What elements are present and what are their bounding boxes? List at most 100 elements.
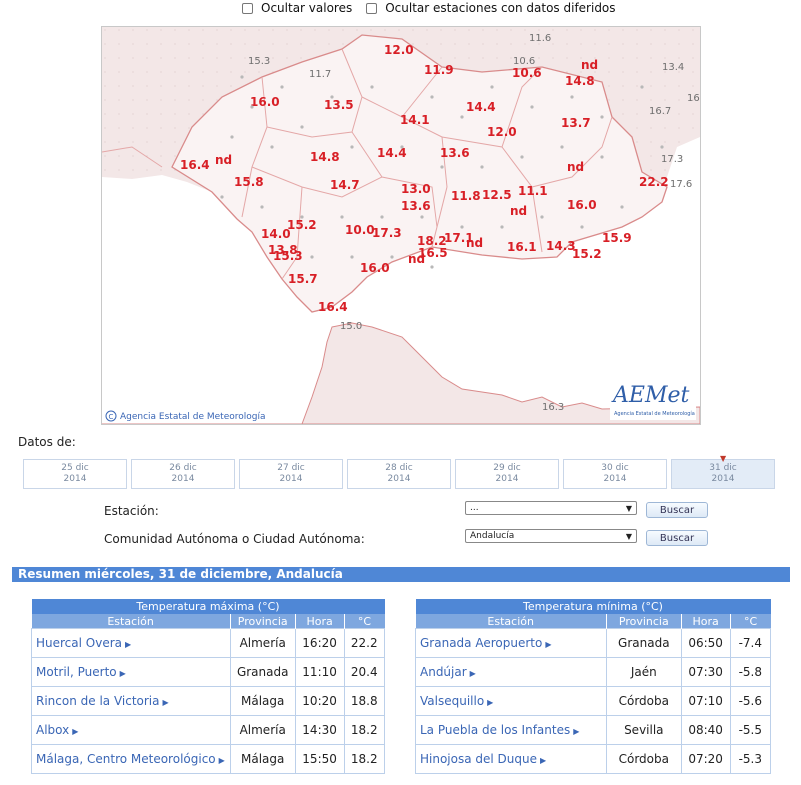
- station-dot[interactable]: [660, 145, 664, 149]
- station-value-label[interactable]: 10.6: [512, 66, 542, 80]
- station-value-label-outside[interactable]: 11.7: [309, 69, 331, 80]
- hide-deferred-checkbox[interactable]: [366, 2, 378, 14]
- station-value-label[interactable]: 11.8: [451, 189, 481, 203]
- station-value-label[interactable]: 15.2: [572, 247, 602, 261]
- station-value-label-outside[interactable]: 16.3: [542, 402, 564, 413]
- station-dot[interactable]: [520, 155, 524, 159]
- station-value-label[interactable]: 16.4: [180, 158, 210, 172]
- station-value-label[interactable]: 16.4: [318, 300, 348, 314]
- station-dot[interactable]: [390, 255, 394, 259]
- station-value-label[interactable]: 16.0: [250, 95, 280, 109]
- station-value-label[interactable]: nd: [567, 160, 584, 174]
- station-dot[interactable]: [570, 95, 574, 99]
- station-value-label[interactable]: 15.2: [287, 218, 317, 232]
- station-dot[interactable]: [330, 95, 334, 99]
- station-value-label[interactable]: 13.0: [401, 182, 431, 196]
- station-dot[interactable]: [350, 145, 354, 149]
- station-value-label[interactable]: 15.7: [288, 272, 318, 286]
- region-search-button[interactable]: Buscar: [646, 530, 708, 546]
- station-value-label[interactable]: 14.4: [466, 100, 496, 114]
- station-dot[interactable]: [270, 145, 274, 149]
- station-value-label-outside[interactable]: 17.3: [661, 154, 683, 165]
- station-value-label[interactable]: nd: [466, 236, 483, 250]
- station-value-label[interactable]: 13.6: [440, 146, 470, 160]
- hide-values-option[interactable]: Ocultar valores: [242, 1, 352, 15]
- station-value-label[interactable]: 15.9: [602, 231, 632, 245]
- date-tab[interactable]: 27 dic 2014: [239, 459, 343, 489]
- station-value-label[interactable]: 13.5: [324, 98, 354, 112]
- station-value-label[interactable]: 15.3: [273, 249, 303, 263]
- station-dot[interactable]: [540, 215, 544, 219]
- station-dot[interactable]: [640, 85, 644, 89]
- station-dot[interactable]: [370, 85, 374, 89]
- station-dot[interactable]: [340, 215, 344, 219]
- station-value-label-outside[interactable]: 16.9: [687, 93, 700, 104]
- station-dot[interactable]: [560, 145, 564, 149]
- station-dot[interactable]: [350, 255, 354, 259]
- station-value-label[interactable]: 22.2: [639, 175, 669, 189]
- region-select[interactable]: Andalucía ▼: [465, 529, 637, 543]
- station-link[interactable]: Rincon de la Victoria ▶: [31, 686, 231, 716]
- station-dot[interactable]: [490, 85, 494, 89]
- station-dot[interactable]: [300, 215, 304, 219]
- station-dot[interactable]: [500, 225, 504, 229]
- station-value-label[interactable]: nd: [215, 153, 232, 167]
- station-dot[interactable]: [480, 165, 484, 169]
- station-value-label[interactable]: 17.3: [372, 226, 402, 240]
- station-value-label[interactable]: 11.9: [424, 63, 454, 77]
- station-link[interactable]: Albox ▶: [31, 715, 231, 745]
- station-dot[interactable]: [400, 145, 404, 149]
- station-value-label-outside[interactable]: 13.4: [662, 62, 684, 73]
- station-value-label[interactable]: 12.0: [487, 125, 517, 139]
- station-dot[interactable]: [420, 215, 424, 219]
- hide-deferred-option[interactable]: Ocultar estaciones con datos diferidos: [366, 1, 616, 15]
- station-value-label[interactable]: 14.8: [310, 150, 340, 164]
- station-dot[interactable]: [440, 165, 444, 169]
- station-link[interactable]: Granada Aeropuerto ▶: [415, 628, 607, 658]
- station-dot[interactable]: [250, 105, 254, 109]
- station-dot[interactable]: [620, 205, 624, 209]
- station-value-label-outside[interactable]: 15.0: [340, 321, 362, 332]
- station-value-label[interactable]: 13.6: [401, 199, 431, 213]
- station-value-label-outside[interactable]: 11.6: [529, 33, 551, 44]
- station-dot[interactable]: [380, 215, 384, 219]
- station-dot[interactable]: [600, 155, 604, 159]
- station-dot[interactable]: [460, 225, 464, 229]
- station-value-label-outside[interactable]: 15.3: [248, 56, 270, 67]
- station-value-label-outside[interactable]: 17.6: [670, 179, 692, 190]
- station-dot[interactable]: [230, 135, 234, 139]
- station-value-label[interactable]: 16.1: [507, 240, 537, 254]
- date-tab[interactable]: 25 dic 2014: [23, 459, 127, 489]
- station-select[interactable]: ... ▼: [465, 501, 637, 515]
- station-dot[interactable]: [430, 265, 434, 269]
- station-dot[interactable]: [530, 105, 534, 109]
- station-value-label[interactable]: 14.0: [261, 227, 291, 241]
- station-link[interactable]: La Puebla de los Infantes ▶: [415, 715, 607, 745]
- station-value-label[interactable]: 16.0: [360, 261, 390, 275]
- station-dot[interactable]: [280, 85, 284, 89]
- station-value-label[interactable]: 14.7: [330, 178, 360, 192]
- station-value-label[interactable]: 16.5: [418, 246, 448, 260]
- station-value-label[interactable]: 11.1: [518, 184, 548, 198]
- station-dot[interactable]: [300, 125, 304, 129]
- station-dot[interactable]: [240, 75, 244, 79]
- station-search-button[interactable]: Buscar: [646, 502, 708, 518]
- hide-values-checkbox[interactable]: [242, 2, 253, 14]
- date-tab[interactable]: ▼ 31 dic 2014: [671, 454, 775, 489]
- station-link[interactable]: Huercal Overa ▶: [31, 628, 231, 658]
- station-dot[interactable]: [430, 95, 434, 99]
- station-value-label[interactable]: 16.0: [567, 198, 597, 212]
- station-value-label[interactable]: 14.8: [565, 74, 595, 88]
- station-dot[interactable]: [310, 255, 314, 259]
- station-link[interactable]: Málaga, Centro Meteorológico ▶: [31, 744, 231, 774]
- station-dot[interactable]: [460, 115, 464, 119]
- station-dot[interactable]: [580, 225, 584, 229]
- station-value-label[interactable]: nd: [581, 58, 598, 72]
- station-value-label-outside[interactable]: 16.7: [649, 106, 671, 117]
- station-dot[interactable]: [600, 115, 604, 119]
- station-value-label[interactable]: 12.0: [384, 43, 414, 57]
- date-tab[interactable]: 28 dic 2014: [347, 459, 451, 489]
- date-tab[interactable]: 29 dic 2014: [455, 459, 559, 489]
- station-value-label[interactable]: 10.0: [345, 223, 375, 237]
- station-link[interactable]: Andújar ▶: [415, 657, 607, 687]
